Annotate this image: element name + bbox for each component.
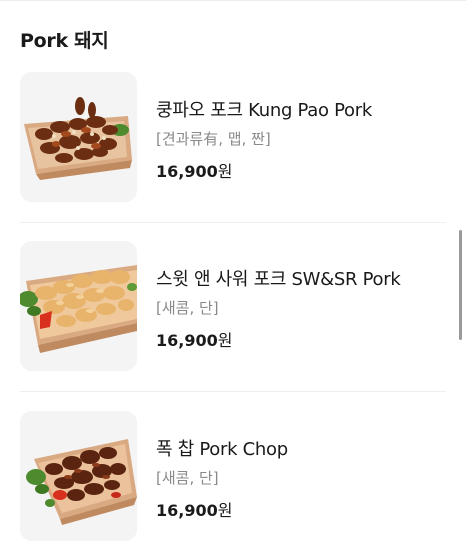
item-price: 16,900원 bbox=[156, 327, 232, 351]
item-name: 스윗 앤 사워 포크 SW&SR Pork bbox=[156, 269, 401, 290]
top-divider bbox=[0, 0, 466, 1]
price-amount: 16,900 bbox=[156, 501, 218, 520]
item-name: 쿵파오 포크 Kung Pao Pork bbox=[156, 100, 372, 121]
item-price: 16,900원 bbox=[156, 497, 232, 521]
kung-pao-pork-photo[interactable] bbox=[20, 72, 137, 202]
item-tags: [새콤, 단] bbox=[156, 299, 219, 317]
item-tags: [견과류有, 맵, 짠] bbox=[156, 130, 271, 148]
row-divider bbox=[20, 391, 446, 392]
scrollbar[interactable] bbox=[459, 230, 462, 340]
row-divider bbox=[20, 222, 446, 223]
item-tags: [새콤, 단] bbox=[156, 469, 219, 487]
price-amount: 16,900 bbox=[156, 162, 218, 181]
sweet-and-sour-pork-photo[interactable] bbox=[20, 241, 137, 371]
price-unit: 원 bbox=[217, 331, 233, 350]
pork-chop-photo[interactable] bbox=[20, 411, 137, 541]
section-title: Pork 돼지 bbox=[20, 30, 109, 52]
price-unit: 원 bbox=[217, 501, 233, 520]
menu-item-pork-chop[interactable]: 폭 찹 Pork Chop [새콤, 단] 16,900원 bbox=[0, 411, 446, 550]
price-amount: 16,900 bbox=[156, 331, 218, 350]
menu-item-kung-pao-pork[interactable]: 쿵파오 포크 Kung Pao Pork [견과류有, 맵, 짠] 16,900… bbox=[0, 72, 446, 222]
menu-item-sweet-and-sour-pork[interactable]: 스윗 앤 사워 포크 SW&SR Pork [새콤, 단] 16,900원 bbox=[0, 241, 446, 391]
price-unit: 원 bbox=[217, 162, 233, 181]
item-name: 폭 찹 Pork Chop bbox=[156, 439, 288, 460]
menu-page: Pork 돼지 쿵파오 포크 Kung Pao Pork [견과류有, 맵, 짠… bbox=[0, 0, 466, 550]
item-price: 16,900원 bbox=[156, 158, 232, 182]
